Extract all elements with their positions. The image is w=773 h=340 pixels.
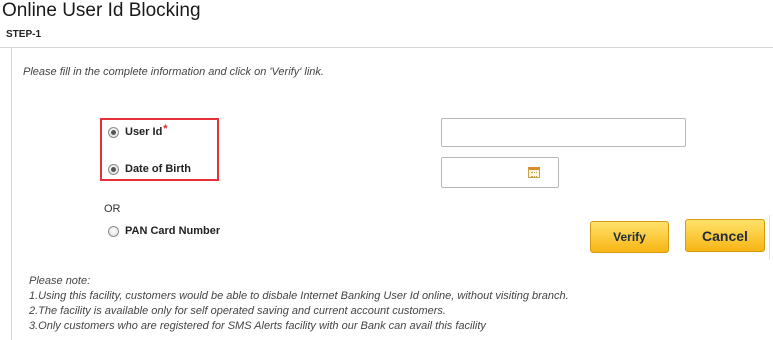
dob-radio[interactable] xyxy=(108,163,119,175)
calendar-icon[interactable] xyxy=(528,167,540,178)
page-title: Online User Id Blocking xyxy=(2,0,201,21)
panel-right-border xyxy=(769,215,770,260)
instruction-text: Please fill in the complete information … xyxy=(23,66,324,78)
pan-option[interactable]: PAN Card Number xyxy=(108,225,220,237)
dob-input[interactable] xyxy=(441,157,559,188)
header-divider xyxy=(0,47,773,48)
notes-heading: Please note: xyxy=(29,275,91,287)
notes-section: Please note: 1.Using this facility, cust… xyxy=(29,274,569,334)
dob-option[interactable]: Date of Birth xyxy=(108,163,191,175)
user-id-option[interactable]: User Id* xyxy=(108,123,168,138)
dob-label: Date of Birth xyxy=(125,163,191,175)
step-label: STEP-1 xyxy=(6,29,42,40)
cancel-button[interactable]: Cancel xyxy=(685,219,765,252)
panel-left-border xyxy=(11,47,12,340)
note-item: 2.The facility is available only for sel… xyxy=(29,305,446,317)
pan-label: PAN Card Number xyxy=(125,225,221,237)
pan-radio[interactable] xyxy=(108,225,119,237)
note-item: 3.Only customers who are registered for … xyxy=(29,320,486,332)
required-asterisk: * xyxy=(163,123,168,135)
user-id-input[interactable] xyxy=(441,118,686,147)
verify-button[interactable]: Verify xyxy=(590,221,669,253)
user-id-radio[interactable] xyxy=(108,126,119,138)
user-id-label: User Id* xyxy=(125,123,168,138)
note-item: 1.Using this facility, customers would b… xyxy=(29,290,569,302)
or-label: OR xyxy=(104,203,121,215)
